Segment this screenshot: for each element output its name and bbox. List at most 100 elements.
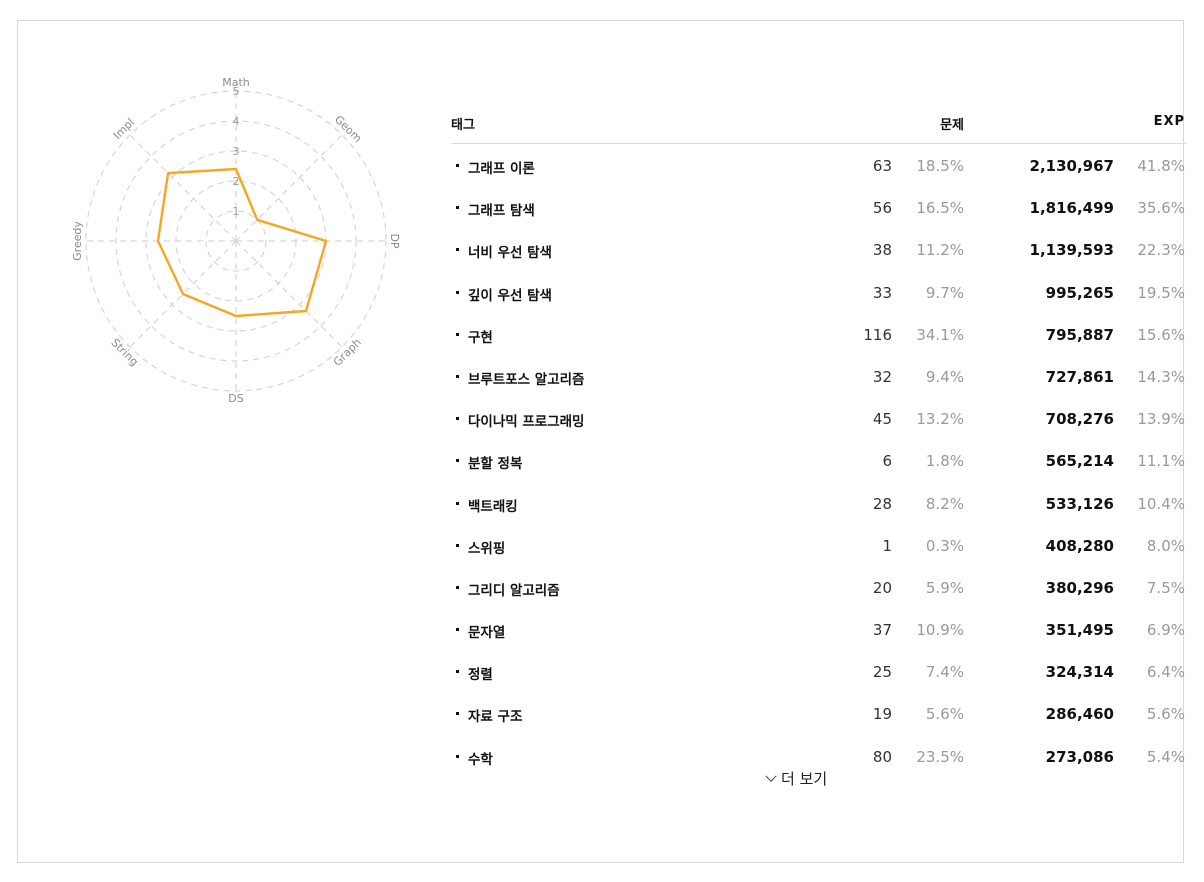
exp-value: 380,296	[1045, 578, 1114, 597]
problem-percent: 18.5%	[916, 157, 964, 175]
problem-count: 28	[872, 494, 892, 513]
show-more-button[interactable]: 더 보기	[765, 768, 827, 789]
table-body: 그래프 이론 63 18.5% 2,130,967 41.8% 그래프 탐색 56 16.5%…	[451, 144, 1187, 777]
exp-value: 286,460	[1045, 705, 1114, 724]
table-row[interactable]: 너비 우선 탐색 38 11.2% 1,139,593 22.3%	[451, 228, 1187, 270]
tag-link[interactable]: 분할 정복	[468, 452, 522, 472]
header-exp: EXP	[1153, 114, 1185, 129]
radar-axis-label: Math	[222, 76, 250, 89]
exp-percent: 6.4%	[1146, 663, 1185, 682]
radar-axis-label: DP	[388, 233, 401, 248]
radar-spoke	[235, 134, 343, 242]
problem-count: 1	[882, 536, 892, 555]
exp-value: 324,314	[1045, 663, 1114, 682]
radar-spoke	[235, 240, 343, 348]
tag-link[interactable]: 그래프 이론	[468, 157, 535, 177]
table-row[interactable]: 그리디 알고리즘 20 5.9% 380,296 7.5%	[451, 566, 1187, 608]
exp-value: 2,130,967	[1029, 157, 1114, 175]
bullet-icon	[456, 248, 459, 252]
exp-value: 708,276	[1045, 410, 1114, 429]
radar-axis-label: Geom	[332, 113, 364, 145]
radar-tick-label: 4	[233, 115, 240, 128]
problem-count: 45	[872, 410, 892, 429]
chevron-down-icon	[765, 770, 777, 782]
bullet-icon	[456, 374, 459, 378]
problem-percent: 34.1%	[916, 325, 964, 344]
exp-percent: 10.4%	[1137, 494, 1185, 513]
table-row[interactable]: 깊이 우선 탐색 33 9.7% 995,265 19.5%	[451, 271, 1187, 313]
tag-link[interactable]: 그래프 탐색	[468, 199, 535, 219]
bullet-icon	[456, 417, 459, 421]
radar-axis-label: Greedy	[71, 221, 84, 261]
problem-count: 56	[872, 199, 892, 218]
tag-link[interactable]: 스위핑	[468, 537, 505, 557]
table-header: 태그 문제 EXP	[451, 103, 1187, 144]
exp-percent: 5.4%	[1146, 747, 1185, 766]
exp-value: 1,139,593	[1029, 241, 1114, 260]
radar-tick-label: 1	[233, 205, 240, 218]
table-row[interactable]: 브루트포스 알고리즘 32 9.4% 727,861 14.3%	[451, 355, 1187, 397]
radar-tick-label: 3	[233, 145, 240, 158]
tag-stats-card: 1 2 3 4 5 Math Geom DP Graph DS String Greedy Impl 태…	[17, 20, 1187, 863]
exp-percent: 15.6%	[1137, 325, 1185, 344]
table-row[interactable]: 백트래킹 28 8.2% 533,126 10.4%	[451, 482, 1187, 524]
exp-percent: 8.0%	[1146, 536, 1185, 555]
bullet-icon	[456, 290, 459, 294]
tag-link[interactable]: 백트래킹	[468, 495, 518, 515]
problem-count: 25	[872, 663, 892, 682]
bullet-icon	[456, 670, 459, 674]
table-row[interactable]: 그래프 이론 63 18.5% 2,130,967 41.8%	[451, 144, 1187, 186]
bullet-icon	[456, 332, 459, 336]
tag-link[interactable]: 문자열	[468, 621, 505, 641]
table-row[interactable]: 정렬 25 7.4% 324,314 6.4%	[451, 650, 1187, 692]
problem-percent: 10.9%	[916, 621, 964, 640]
bullet-icon	[456, 628, 459, 632]
problem-count: 20	[872, 578, 892, 597]
tag-link[interactable]: 그리디 알고리즘	[468, 579, 560, 599]
tag-link[interactable]: 브루트포스 알고리즘	[468, 368, 584, 388]
exp-percent: 5.6%	[1146, 705, 1185, 724]
table-row[interactable]: 다이나믹 프로그래밍 45 13.2% 708,276 13.9%	[451, 397, 1187, 439]
bullet-icon	[456, 585, 459, 589]
problem-percent: 9.7%	[925, 283, 964, 302]
tag-link[interactable]: 구현	[468, 326, 493, 346]
table-row[interactable]: 문자열 37 10.9% 351,495 6.9%	[451, 608, 1187, 650]
radar-spoke	[129, 134, 237, 242]
exp-percent: 6.9%	[1146, 621, 1185, 640]
bullet-icon	[456, 206, 459, 210]
exp-percent: 14.3%	[1137, 367, 1185, 386]
tag-link[interactable]: 깊이 우선 탐색	[468, 284, 552, 304]
tag-link[interactable]: 정렬	[468, 663, 493, 683]
exp-percent: 22.3%	[1137, 241, 1185, 260]
problem-percent: 9.4%	[925, 367, 964, 386]
table-row[interactable]: 스위핑 1 0.3% 408,280 8.0%	[451, 524, 1187, 566]
header-tag: 태그	[451, 118, 475, 133]
table-row[interactable]: 그래프 탐색 56 16.5% 1,816,499 35.6%	[451, 186, 1187, 228]
problem-percent: 5.9%	[925, 578, 964, 597]
exp-value: 995,265	[1045, 283, 1114, 302]
exp-value: 533,126	[1045, 494, 1114, 513]
exp-percent: 41.8%	[1137, 157, 1185, 175]
problem-percent: 11.2%	[916, 241, 964, 260]
problem-count: 6	[882, 452, 892, 471]
table-row[interactable]: 구현 116 34.1% 795,887 15.6%	[451, 313, 1187, 355]
table-row[interactable]: 자료 구조 19 5.6% 286,460 5.6%	[451, 692, 1187, 734]
table-row[interactable]: 분할 정복 6 1.8% 565,214 11.1%	[451, 439, 1187, 481]
bullet-icon	[456, 501, 459, 505]
problem-count: 63	[872, 157, 892, 175]
tag-link[interactable]: 너비 우선 탐색	[468, 241, 552, 261]
header-count: 문제	[940, 118, 964, 133]
tag-link[interactable]: 다이나믹 프로그래밍	[468, 410, 584, 430]
problem-percent: 1.8%	[925, 452, 964, 471]
exp-value: 273,086	[1045, 747, 1114, 766]
problem-count: 19	[872, 705, 892, 724]
bullet-icon	[456, 543, 459, 547]
problem-percent: 16.5%	[916, 199, 964, 218]
problem-count: 38	[872, 241, 892, 260]
problem-count: 32	[872, 367, 892, 386]
exp-value: 565,214	[1045, 452, 1114, 471]
problem-percent: 7.4%	[925, 663, 964, 682]
tag-link[interactable]: 자료 구조	[468, 705, 522, 725]
tag-link[interactable]: 수학	[468, 748, 493, 768]
bullet-icon	[456, 459, 459, 463]
